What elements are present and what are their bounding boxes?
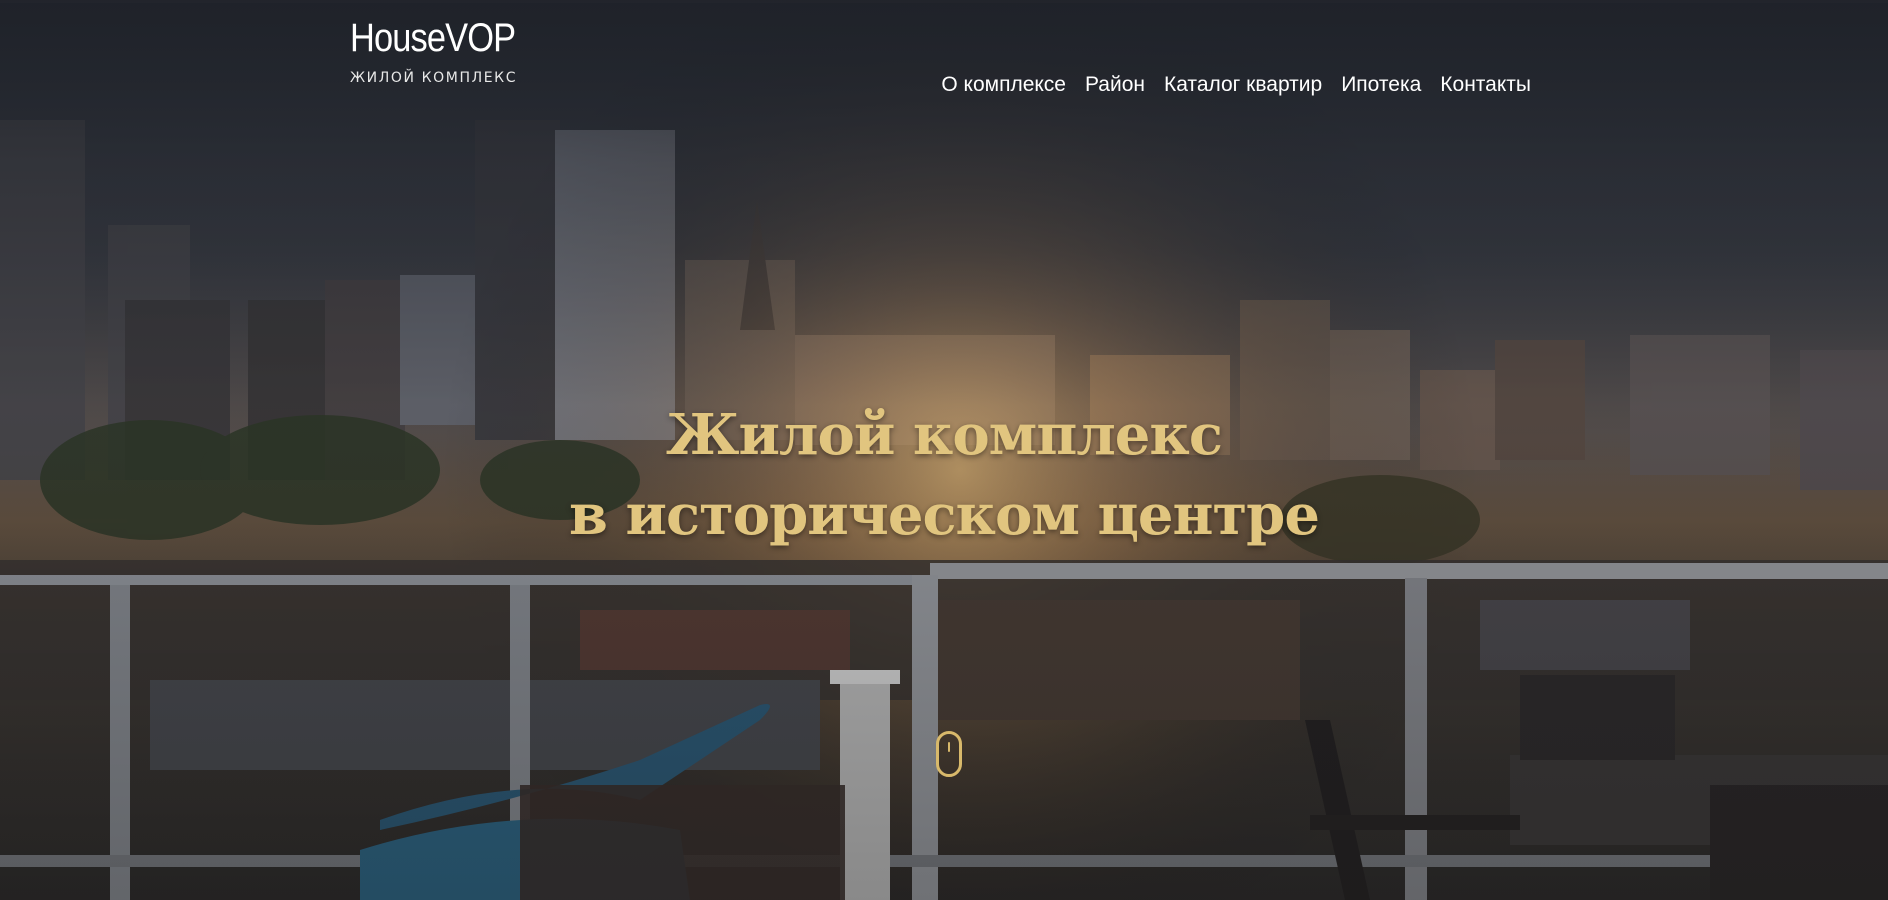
nav-item-mortgage[interactable]: Ипотека — [1341, 72, 1421, 98]
site-logo[interactable]: HouseVOP — [350, 16, 516, 60]
hero-title-line1: Жилой комплекс — [666, 402, 1223, 468]
nav-item-district[interactable]: Район — [1085, 72, 1145, 98]
main-nav: О комплексе Район Каталог квартир Ипотек… — [941, 72, 1531, 98]
nav-item-contacts[interactable]: Контакты — [1440, 72, 1531, 98]
hero-section: HouseVOP ЖИЛОЙ КОМПЛЕКС О комплексе Райо… — [0, 0, 1888, 900]
site-header: HouseVOP ЖИЛОЙ КОМПЛЕКС О комплексе Райо… — [0, 0, 1888, 120]
nav-item-about[interactable]: О комплексе — [941, 72, 1066, 98]
nav-item-catalog[interactable]: Каталог квартир — [1164, 72, 1322, 98]
mouse-scroll-icon[interactable] — [936, 731, 962, 777]
logo-subtitle: ЖИЛОЙ КОМПЛЕКС — [350, 70, 518, 86]
hero-title-line2: в историческом центре — [569, 482, 1320, 548]
mouse-wheel-icon — [948, 742, 950, 752]
hero-title: Жилой комплекс в историческом центре — [0, 395, 1888, 555]
